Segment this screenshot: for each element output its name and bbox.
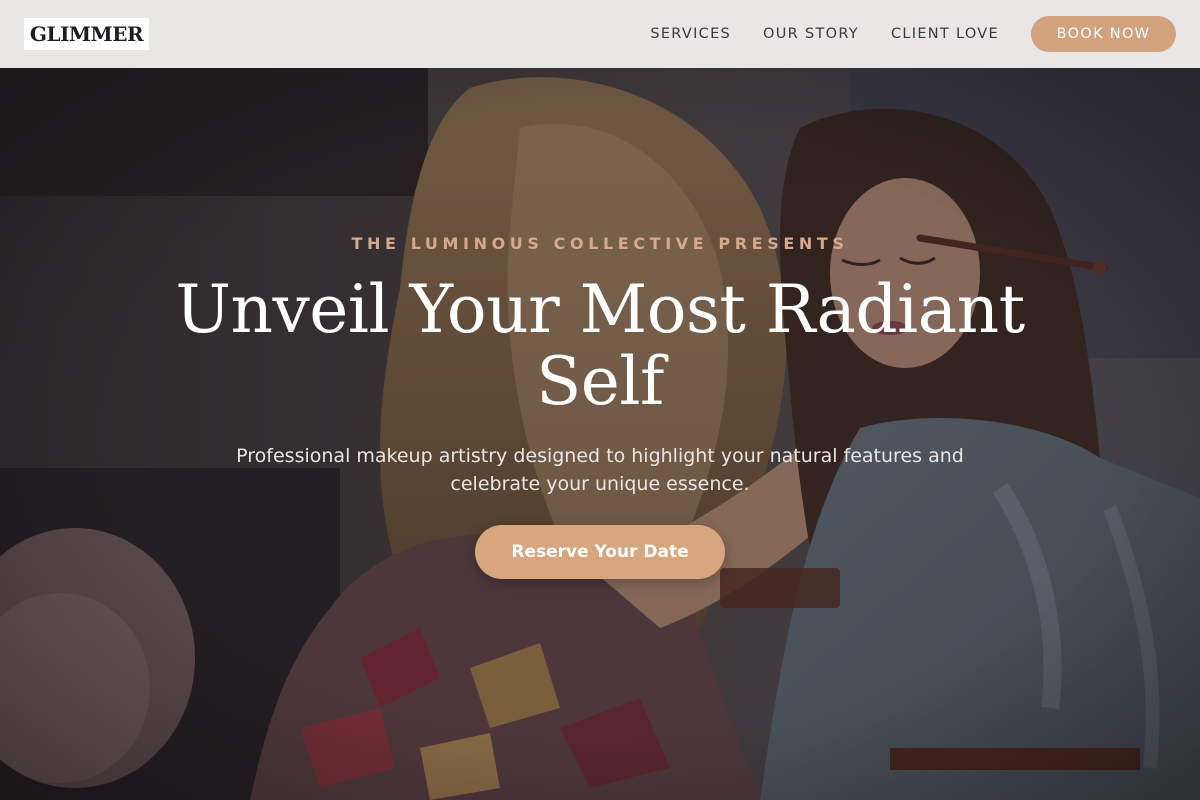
nav-our-story-link[interactable]: OUR STORY xyxy=(763,26,859,42)
logo[interactable]: GLIMMER xyxy=(24,18,149,50)
hero-content: THE LUMINOUS COLLECTIVE PRESENTS Unveil … xyxy=(0,68,1200,800)
reserve-date-button[interactable]: Reserve Your Date xyxy=(475,525,725,579)
nav-client-love-link[interactable]: CLIENT LOVE xyxy=(891,26,999,42)
hero-headline: Unveil Your Most Radiant Self xyxy=(175,271,1025,420)
site-header: GLIMMER SERVICES OUR STORY CLIENT LOVE B… xyxy=(0,0,1200,68)
hero-section: THE LUMINOUS COLLECTIVE PRESENTS Unveil … xyxy=(0,68,1200,800)
nav-services-link[interactable]: SERVICES xyxy=(650,26,731,42)
book-now-button[interactable]: BOOK NOW xyxy=(1031,16,1176,52)
hero-subtext: Professional makeup artistry designed to… xyxy=(236,445,964,495)
main-nav: SERVICES OUR STORY CLIENT LOVE BOOK NOW xyxy=(650,16,1176,52)
hero-eyebrow: THE LUMINOUS COLLECTIVE PRESENTS xyxy=(351,234,849,253)
